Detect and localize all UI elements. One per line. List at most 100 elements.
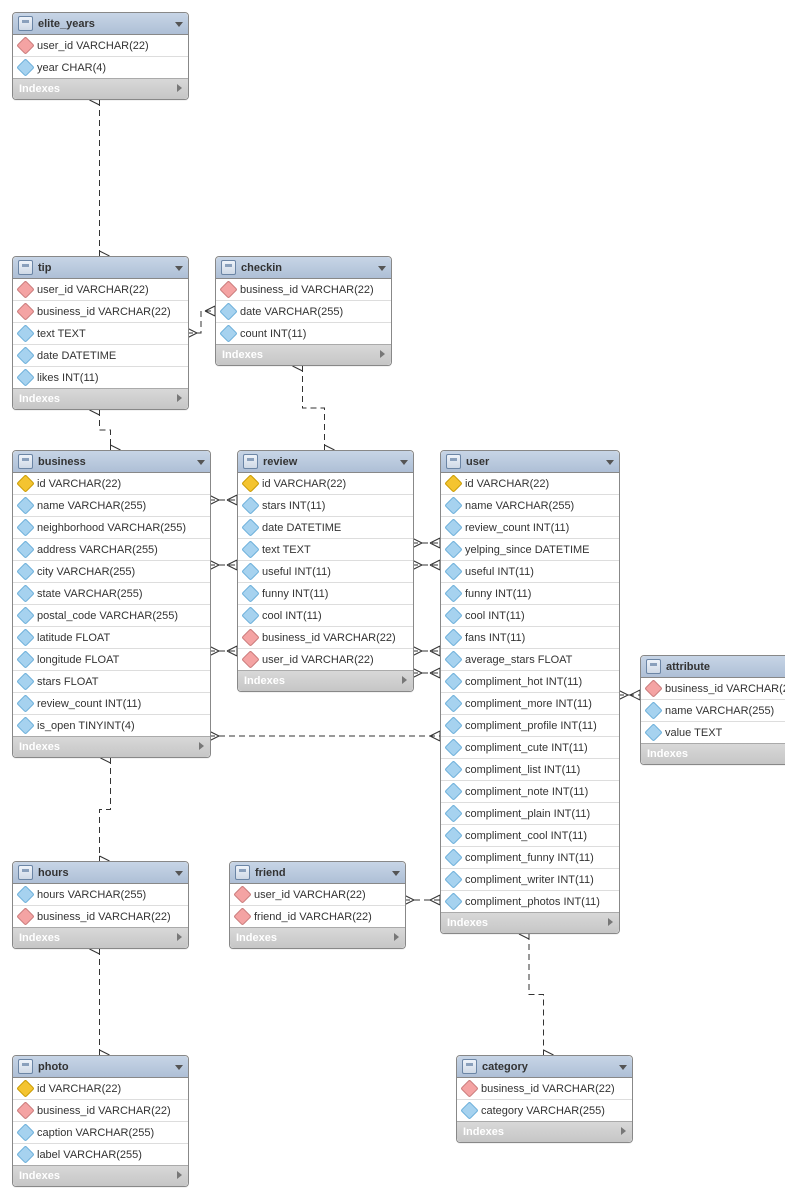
expand-icon[interactable] — [402, 675, 407, 687]
expand-icon[interactable] — [177, 83, 182, 95]
column-row[interactable]: id VARCHAR(22) — [13, 1078, 188, 1099]
column-row[interactable]: business_id VARCHAR(22) — [13, 905, 188, 927]
column-row[interactable]: state VARCHAR(255) — [13, 582, 210, 604]
expand-icon[interactable] — [380, 349, 385, 361]
column-row[interactable]: likes INT(11) — [13, 366, 188, 388]
collapse-icon[interactable] — [619, 1061, 627, 1073]
column-row[interactable]: text TEXT — [13, 322, 188, 344]
column-row[interactable]: label VARCHAR(255) — [13, 1143, 188, 1165]
column-row[interactable]: compliment_list INT(11) — [441, 758, 619, 780]
column-row[interactable]: useful INT(11) — [238, 560, 413, 582]
table-user[interactable]: userid VARCHAR(22)name VARCHAR(255)revie… — [440, 450, 620, 934]
expand-icon[interactable] — [621, 1126, 626, 1138]
expand-icon[interactable] — [394, 932, 399, 944]
table-header[interactable]: elite_years — [13, 13, 188, 35]
column-row[interactable]: compliment_note INT(11) — [441, 780, 619, 802]
column-row[interactable]: latitude FLOAT — [13, 626, 210, 648]
column-row[interactable]: stars INT(11) — [238, 494, 413, 516]
column-row[interactable]: business_id VARCHAR(22) — [641, 678, 785, 699]
table-elite_years[interactable]: elite_yearsuser_id VARCHAR(22)year CHAR(… — [12, 12, 189, 100]
column-row[interactable]: review_count INT(11) — [441, 516, 619, 538]
column-row[interactable]: business_id VARCHAR(22) — [216, 279, 391, 300]
indexes-footer[interactable]: Indexes — [238, 670, 413, 691]
column-row[interactable]: address VARCHAR(255) — [13, 538, 210, 560]
column-row[interactable]: user_id VARCHAR(22) — [13, 279, 188, 300]
collapse-icon[interactable] — [606, 456, 614, 468]
column-row[interactable]: name VARCHAR(255) — [641, 699, 785, 721]
table-review[interactable]: reviewid VARCHAR(22)stars INT(11)date DA… — [237, 450, 414, 692]
column-row[interactable]: compliment_more INT(11) — [441, 692, 619, 714]
table-checkin[interactable]: checkinbusiness_id VARCHAR(22)date VARCH… — [215, 256, 392, 366]
table-tip[interactable]: tipuser_id VARCHAR(22)business_id VARCHA… — [12, 256, 189, 410]
column-row[interactable]: business_id VARCHAR(22) — [13, 300, 188, 322]
column-row[interactable]: name VARCHAR(255) — [13, 494, 210, 516]
indexes-footer[interactable]: Indexes — [13, 927, 188, 948]
expand-icon[interactable] — [177, 932, 182, 944]
collapse-icon[interactable] — [392, 867, 400, 879]
table-friend[interactable]: frienduser_id VARCHAR(22)friend_id VARCH… — [229, 861, 406, 949]
expand-icon[interactable] — [199, 741, 204, 753]
column-row[interactable]: fans INT(11) — [441, 626, 619, 648]
column-row[interactable]: stars FLOAT — [13, 670, 210, 692]
column-row[interactable]: neighborhood VARCHAR(255) — [13, 516, 210, 538]
table-header[interactable]: business — [13, 451, 210, 473]
column-row[interactable]: postal_code VARCHAR(255) — [13, 604, 210, 626]
column-row[interactable]: funny INT(11) — [441, 582, 619, 604]
column-row[interactable]: is_open TINYINT(4) — [13, 714, 210, 736]
indexes-footer[interactable]: Indexes — [13, 388, 188, 409]
column-row[interactable]: cool INT(11) — [441, 604, 619, 626]
indexes-footer[interactable]: Indexes — [641, 743, 785, 764]
column-row[interactable]: business_id VARCHAR(22) — [13, 1099, 188, 1121]
column-row[interactable]: category VARCHAR(255) — [457, 1099, 632, 1121]
column-row[interactable]: funny INT(11) — [238, 582, 413, 604]
column-row[interactable]: city VARCHAR(255) — [13, 560, 210, 582]
column-row[interactable]: user_id VARCHAR(22) — [13, 35, 188, 56]
column-row[interactable]: date DATETIME — [238, 516, 413, 538]
collapse-icon[interactable] — [175, 1061, 183, 1073]
table-business[interactable]: businessid VARCHAR(22)name VARCHAR(255)n… — [12, 450, 211, 758]
expand-icon[interactable] — [177, 1170, 182, 1182]
column-row[interactable]: date DATETIME — [13, 344, 188, 366]
table-header[interactable]: attribute — [641, 656, 785, 678]
indexes-footer[interactable]: Indexes — [441, 912, 619, 933]
column-row[interactable]: compliment_plain INT(11) — [441, 802, 619, 824]
table-header[interactable]: review — [238, 451, 413, 473]
table-header[interactable]: photo — [13, 1056, 188, 1078]
column-row[interactable]: id VARCHAR(22) — [238, 473, 413, 494]
indexes-footer[interactable]: Indexes — [13, 1165, 188, 1186]
column-row[interactable]: friend_id VARCHAR(22) — [230, 905, 405, 927]
table-header[interactable]: category — [457, 1056, 632, 1078]
column-row[interactable]: count INT(11) — [216, 322, 391, 344]
indexes-footer[interactable]: Indexes — [230, 927, 405, 948]
column-row[interactable]: cool INT(11) — [238, 604, 413, 626]
table-header[interactable]: tip — [13, 257, 188, 279]
indexes-footer[interactable]: Indexes — [216, 344, 391, 365]
column-row[interactable]: compliment_photos INT(11) — [441, 890, 619, 912]
column-row[interactable]: average_stars FLOAT — [441, 648, 619, 670]
column-row[interactable]: caption VARCHAR(255) — [13, 1121, 188, 1143]
table-hours[interactable]: hourshours VARCHAR(255)business_id VARCH… — [12, 861, 189, 949]
column-row[interactable]: date VARCHAR(255) — [216, 300, 391, 322]
column-row[interactable]: business_id VARCHAR(22) — [238, 626, 413, 648]
indexes-footer[interactable]: Indexes — [13, 78, 188, 99]
column-row[interactable]: name VARCHAR(255) — [441, 494, 619, 516]
column-row[interactable]: id VARCHAR(22) — [13, 473, 210, 494]
table-photo[interactable]: photoid VARCHAR(22)business_id VARCHAR(2… — [12, 1055, 189, 1187]
column-row[interactable]: review_count INT(11) — [13, 692, 210, 714]
table-category[interactable]: categorybusiness_id VARCHAR(22)category … — [456, 1055, 633, 1143]
column-row[interactable]: year CHAR(4) — [13, 56, 188, 78]
indexes-footer[interactable]: Indexes — [457, 1121, 632, 1142]
column-row[interactable]: useful INT(11) — [441, 560, 619, 582]
column-row[interactable]: text TEXT — [238, 538, 413, 560]
table-header[interactable]: hours — [13, 862, 188, 884]
column-row[interactable]: compliment_cool INT(11) — [441, 824, 619, 846]
collapse-icon[interactable] — [197, 456, 205, 468]
table-header[interactable]: checkin — [216, 257, 391, 279]
column-row[interactable]: compliment_hot INT(11) — [441, 670, 619, 692]
expand-icon[interactable] — [608, 917, 613, 929]
column-row[interactable]: business_id VARCHAR(22) — [457, 1078, 632, 1099]
collapse-icon[interactable] — [175, 867, 183, 879]
column-row[interactable]: value TEXT — [641, 721, 785, 743]
column-row[interactable]: compliment_funny INT(11) — [441, 846, 619, 868]
column-row[interactable]: compliment_profile INT(11) — [441, 714, 619, 736]
